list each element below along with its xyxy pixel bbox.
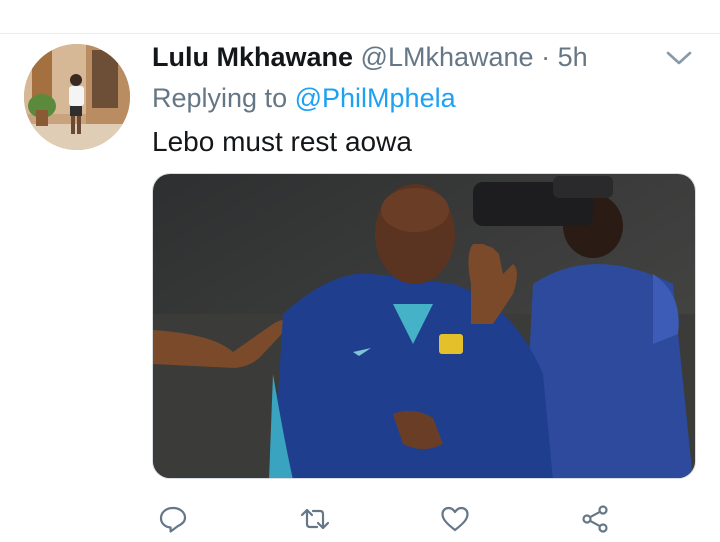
replying-to: Replying to @PhilMphela xyxy=(152,81,456,115)
reply-mention-link[interactable]: @PhilMphela xyxy=(295,83,456,113)
reply-icon xyxy=(159,506,187,533)
reply-button[interactable] xyxy=(156,502,190,536)
avatar-photo xyxy=(24,44,130,150)
share-icon xyxy=(582,505,608,533)
tweet-media[interactable] xyxy=(152,173,696,479)
tweet-text: Lebo must rest aowa xyxy=(152,126,412,157)
tweet-actions xyxy=(0,502,720,536)
separator-dot: · xyxy=(541,42,551,72)
media-photo xyxy=(153,174,695,478)
user-handle[interactable]: @LMkhawane xyxy=(361,42,534,72)
avatar[interactable] xyxy=(24,44,130,150)
replying-prefix: Replying to xyxy=(152,83,288,113)
retweet-button[interactable] xyxy=(298,502,332,536)
tweet-header: Lulu Mkhawane @LMkhawane · 5h xyxy=(152,40,588,74)
chevron-down-icon[interactable] xyxy=(664,47,694,69)
like-button[interactable] xyxy=(438,502,472,536)
display-name[interactable]: Lulu Mkhawane xyxy=(152,42,353,72)
retweet-icon xyxy=(300,508,330,530)
share-button[interactable] xyxy=(578,502,612,536)
heart-icon xyxy=(441,506,469,532)
timestamp[interactable]: 5h xyxy=(558,42,588,72)
top-divider xyxy=(0,33,720,34)
